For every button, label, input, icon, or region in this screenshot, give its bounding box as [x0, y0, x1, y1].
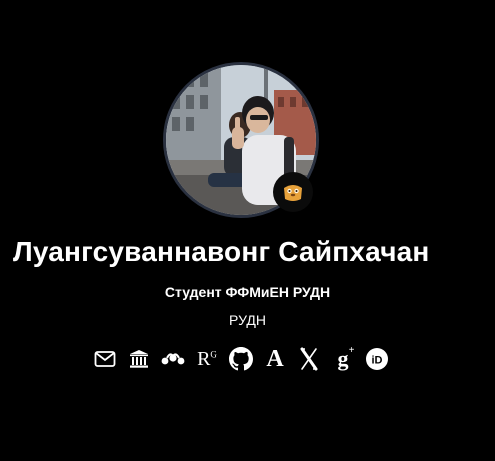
academia-link[interactable]: A — [258, 346, 292, 372]
university-link[interactable] — [122, 346, 156, 372]
orcid-icon: iD — [366, 348, 388, 370]
social-links: RG A g + iD — [88, 346, 394, 372]
envelope-icon — [94, 351, 116, 367]
orcid-link[interactable]: iD — [360, 346, 394, 372]
profile-title: Студент ФФМиЕН РУДН — [164, 284, 331, 300]
mendeley-icon — [161, 353, 185, 365]
github-link[interactable] — [224, 346, 258, 372]
google-scholar-icon: g + — [337, 345, 355, 371]
university-icon — [130, 350, 148, 368]
profile-organization: РУДН — [229, 312, 266, 328]
academia-icon: A — [266, 346, 284, 372]
profile-name: Луангсуваннавонг Сайпхачан — [13, 236, 430, 267]
hugo-badge-icon — [273, 172, 313, 212]
mendeley-link[interactable] — [156, 346, 190, 372]
arxiv-link[interactable] — [292, 346, 326, 372]
researchgate-link[interactable]: RG — [190, 346, 224, 372]
email-link[interactable] — [88, 346, 122, 372]
google-scholar-link[interactable]: g + — [326, 346, 360, 372]
svg-text:iD: iD — [372, 355, 383, 367]
researchgate-icon: RG — [197, 348, 217, 370]
github-icon — [229, 347, 253, 371]
avatar-container — [163, 62, 319, 218]
arxiv-icon — [300, 347, 318, 371]
